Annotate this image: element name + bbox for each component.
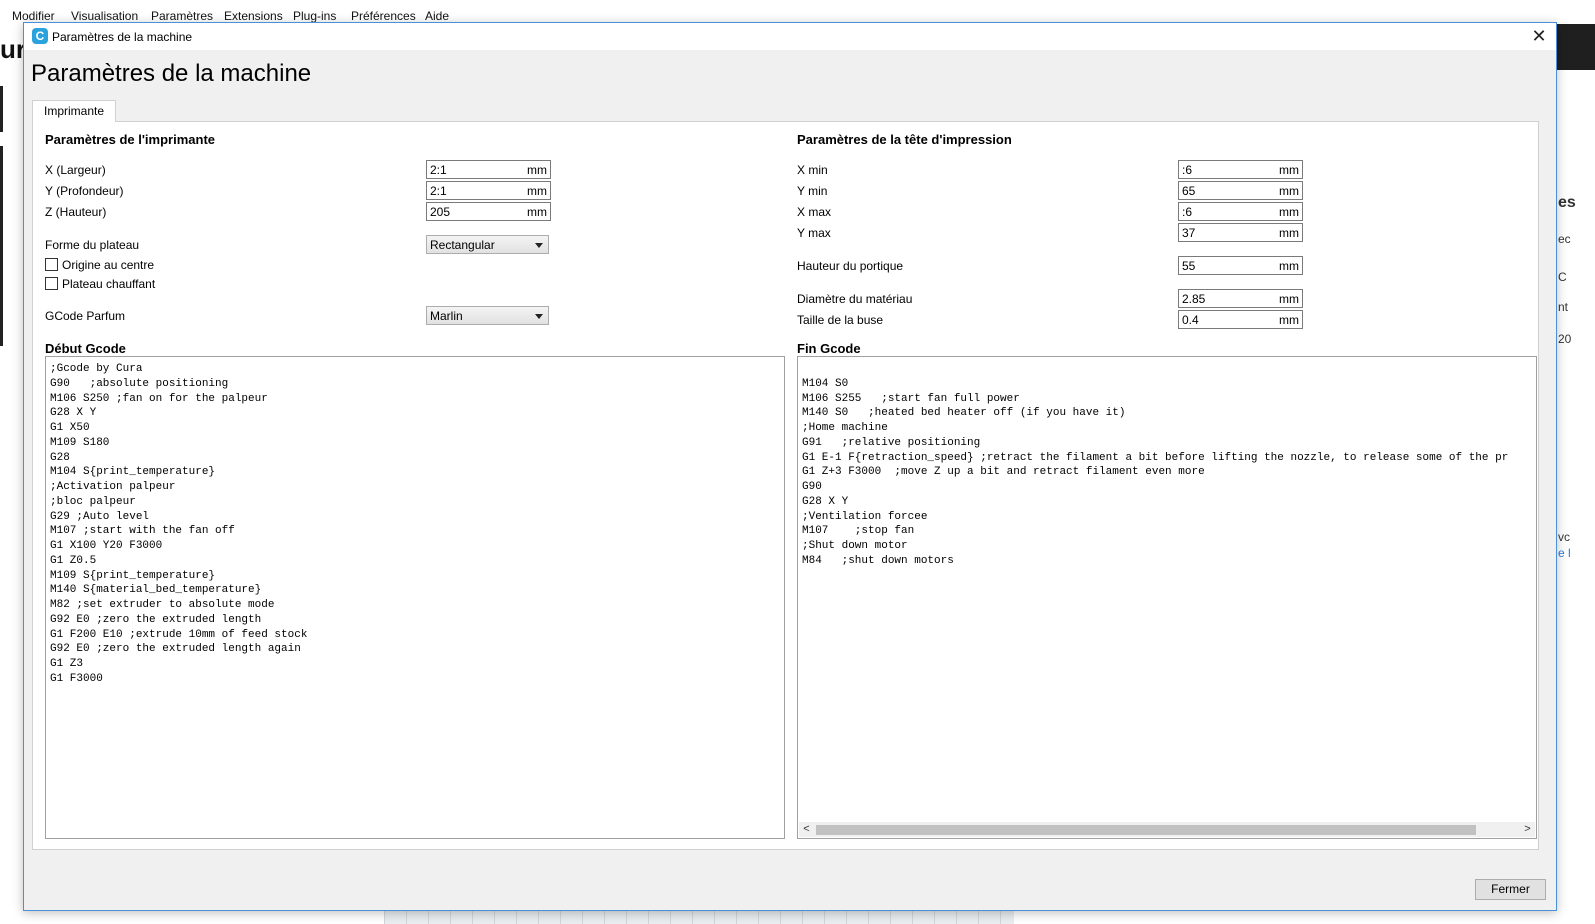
- material-diameter-label: Diamètre du matériau: [797, 292, 913, 306]
- unit-label: mm: [1279, 313, 1299, 327]
- ymin-field[interactable]: 65 mm: [1178, 181, 1303, 200]
- bed-shape-value: Rectangular: [430, 238, 495, 252]
- xmin-field[interactable]: :6 mm: [1178, 160, 1303, 179]
- close-button[interactable]: Fermer: [1475, 879, 1546, 900]
- y-depth-value: 2:1: [430, 184, 447, 198]
- y-depth-field[interactable]: 2:1 mm: [426, 181, 551, 200]
- tab-imprimante[interactable]: Imprimante: [32, 100, 116, 122]
- bed-shape-label: Forme du plateau: [45, 238, 140, 252]
- xmax-label: X max: [797, 205, 832, 219]
- menu-extensions[interactable]: Extensions: [224, 9, 283, 23]
- gantry-height-label: Hauteur du portique: [797, 259, 904, 273]
- start-gcode-text[interactable]: ;Gcode by Cura G90 ;absolute positioning…: [50, 362, 307, 687]
- app-right-fragment: 20: [1558, 332, 1572, 346]
- ymax-field[interactable]: 37 mm: [1178, 223, 1303, 242]
- ymax-label: Y max: [797, 226, 831, 240]
- origin-center-label: Origine au centre: [62, 258, 155, 272]
- window-title: Paramètres de la machine: [52, 30, 193, 44]
- unit-label: mm: [527, 184, 547, 198]
- material-diameter-value: 2.85: [1182, 292, 1206, 306]
- scroll-right-icon[interactable]: >: [1520, 822, 1535, 837]
- start-gcode-title: Début Gcode: [45, 341, 126, 356]
- app-right-link-fragment[interactable]: e l: [1558, 546, 1571, 560]
- nozzle-size-value: 0.4: [1182, 313, 1199, 327]
- z-height-value: 205: [430, 205, 451, 219]
- machine-settings-dialog: C Paramètres de la machine ✕ Paramètres …: [23, 22, 1557, 911]
- unit-label: mm: [527, 205, 547, 219]
- xmin-value: :6: [1182, 163, 1193, 177]
- start-gcode-editor[interactable]: ;Gcode by Cura G90 ;absolute positioning…: [45, 356, 785, 839]
- ymax-value: 37: [1182, 226, 1196, 240]
- unit-label: mm: [1279, 292, 1299, 306]
- menu-visualisation[interactable]: Visualisation: [71, 9, 138, 23]
- end-gcode-title: Fin Gcode: [797, 341, 861, 356]
- app-menubar: Modifier Visualisation Paramètres Extens…: [0, 0, 1595, 24]
- app-right-panel: es ec C nt 20 vc e l: [1556, 24, 1595, 924]
- printhead-settings-title: Paramètres de la tête d'impression: [797, 132, 1012, 147]
- app-right-fragment: vc: [1558, 530, 1570, 544]
- z-height-field[interactable]: 205 mm: [426, 202, 551, 221]
- end-gcode-text[interactable]: M104 S0 M106 S255 ;start fan full power …: [802, 362, 1508, 569]
- nozzle-size-field[interactable]: 0.4 mm: [1178, 310, 1303, 329]
- close-icon[interactable]: ✕: [1522, 23, 1556, 50]
- unit-label: mm: [1279, 184, 1299, 198]
- app-right-fragment: ec: [1558, 232, 1571, 246]
- page-title: Paramètres de la machine: [31, 60, 312, 87]
- gantry-height-value: 55: [1182, 259, 1196, 273]
- dialog-titlebar[interactable]: C Paramètres de la machine ✕: [24, 23, 1556, 50]
- menu-preferences[interactable]: Préférences: [351, 9, 416, 23]
- menu-plugins[interactable]: Plug-ins: [293, 9, 336, 23]
- z-height-label: Z (Hauteur): [45, 205, 107, 219]
- heated-bed-label: Plateau chauffant: [62, 277, 156, 291]
- unit-label: mm: [1279, 226, 1299, 240]
- app-left-strip: [0, 24, 24, 924]
- xmax-field[interactable]: :6 mm: [1178, 202, 1303, 221]
- unit-label: mm: [1279, 205, 1299, 219]
- menu-aide[interactable]: Aide: [425, 9, 449, 23]
- bed-shape-select[interactable]: Rectangular: [426, 235, 549, 254]
- app-right-fragment: es: [1558, 194, 1576, 211]
- chevron-down-icon: [535, 314, 543, 319]
- material-diameter-field[interactable]: 2.85 mm: [1178, 289, 1303, 308]
- unit-label: mm: [1279, 163, 1299, 177]
- horizontal-scrollbar[interactable]: < >: [799, 822, 1535, 837]
- settings-panel: Paramètres de l'imprimante X (Largeur) 2…: [32, 121, 1539, 850]
- gantry-height-field[interactable]: 55 mm: [1178, 256, 1303, 275]
- scrollbar-thumb[interactable]: [816, 825, 1476, 835]
- menu-modifier[interactable]: Modifier: [12, 9, 55, 23]
- unit-label: mm: [1279, 259, 1299, 273]
- chevron-down-icon: [535, 243, 543, 248]
- checkbox-icon[interactable]: [45, 258, 58, 271]
- app-right-header: [1556, 24, 1595, 70]
- x-width-field[interactable]: 2:1 mm: [426, 160, 551, 179]
- menu-parametres[interactable]: Paramètres: [151, 9, 213, 23]
- y-depth-label: Y (Profondeur): [45, 184, 124, 198]
- ymin-label: Y min: [797, 184, 828, 198]
- end-gcode-editor[interactable]: M104 S0 M106 S255 ;start fan full power …: [797, 356, 1537, 839]
- app-logo-fragment: ur: [0, 36, 24, 62]
- x-width-label: X (Largeur): [45, 163, 106, 177]
- app-right-fragment: C: [1558, 270, 1567, 284]
- unit-label: mm: [527, 163, 547, 177]
- gcode-flavor-select[interactable]: Marlin: [426, 306, 549, 325]
- x-width-value: 2:1: [430, 163, 447, 177]
- xmax-value: :6: [1182, 205, 1193, 219]
- app-left-bar: [0, 146, 3, 346]
- printer-settings-title: Paramètres de l'imprimante: [45, 132, 215, 147]
- gcode-flavor-label: GCode Parfum: [45, 309, 126, 323]
- nozzle-size-label: Taille de la buse: [797, 313, 884, 327]
- cura-app-icon: C: [32, 28, 48, 44]
- ymin-value: 65: [1182, 184, 1196, 198]
- gcode-flavor-value: Marlin: [430, 309, 463, 323]
- scroll-left-icon[interactable]: <: [799, 822, 814, 837]
- xmin-label: X min: [797, 163, 828, 177]
- checkbox-icon[interactable]: [45, 277, 58, 290]
- app-left-bar: [0, 86, 3, 132]
- app-right-fragment: nt: [1558, 300, 1569, 314]
